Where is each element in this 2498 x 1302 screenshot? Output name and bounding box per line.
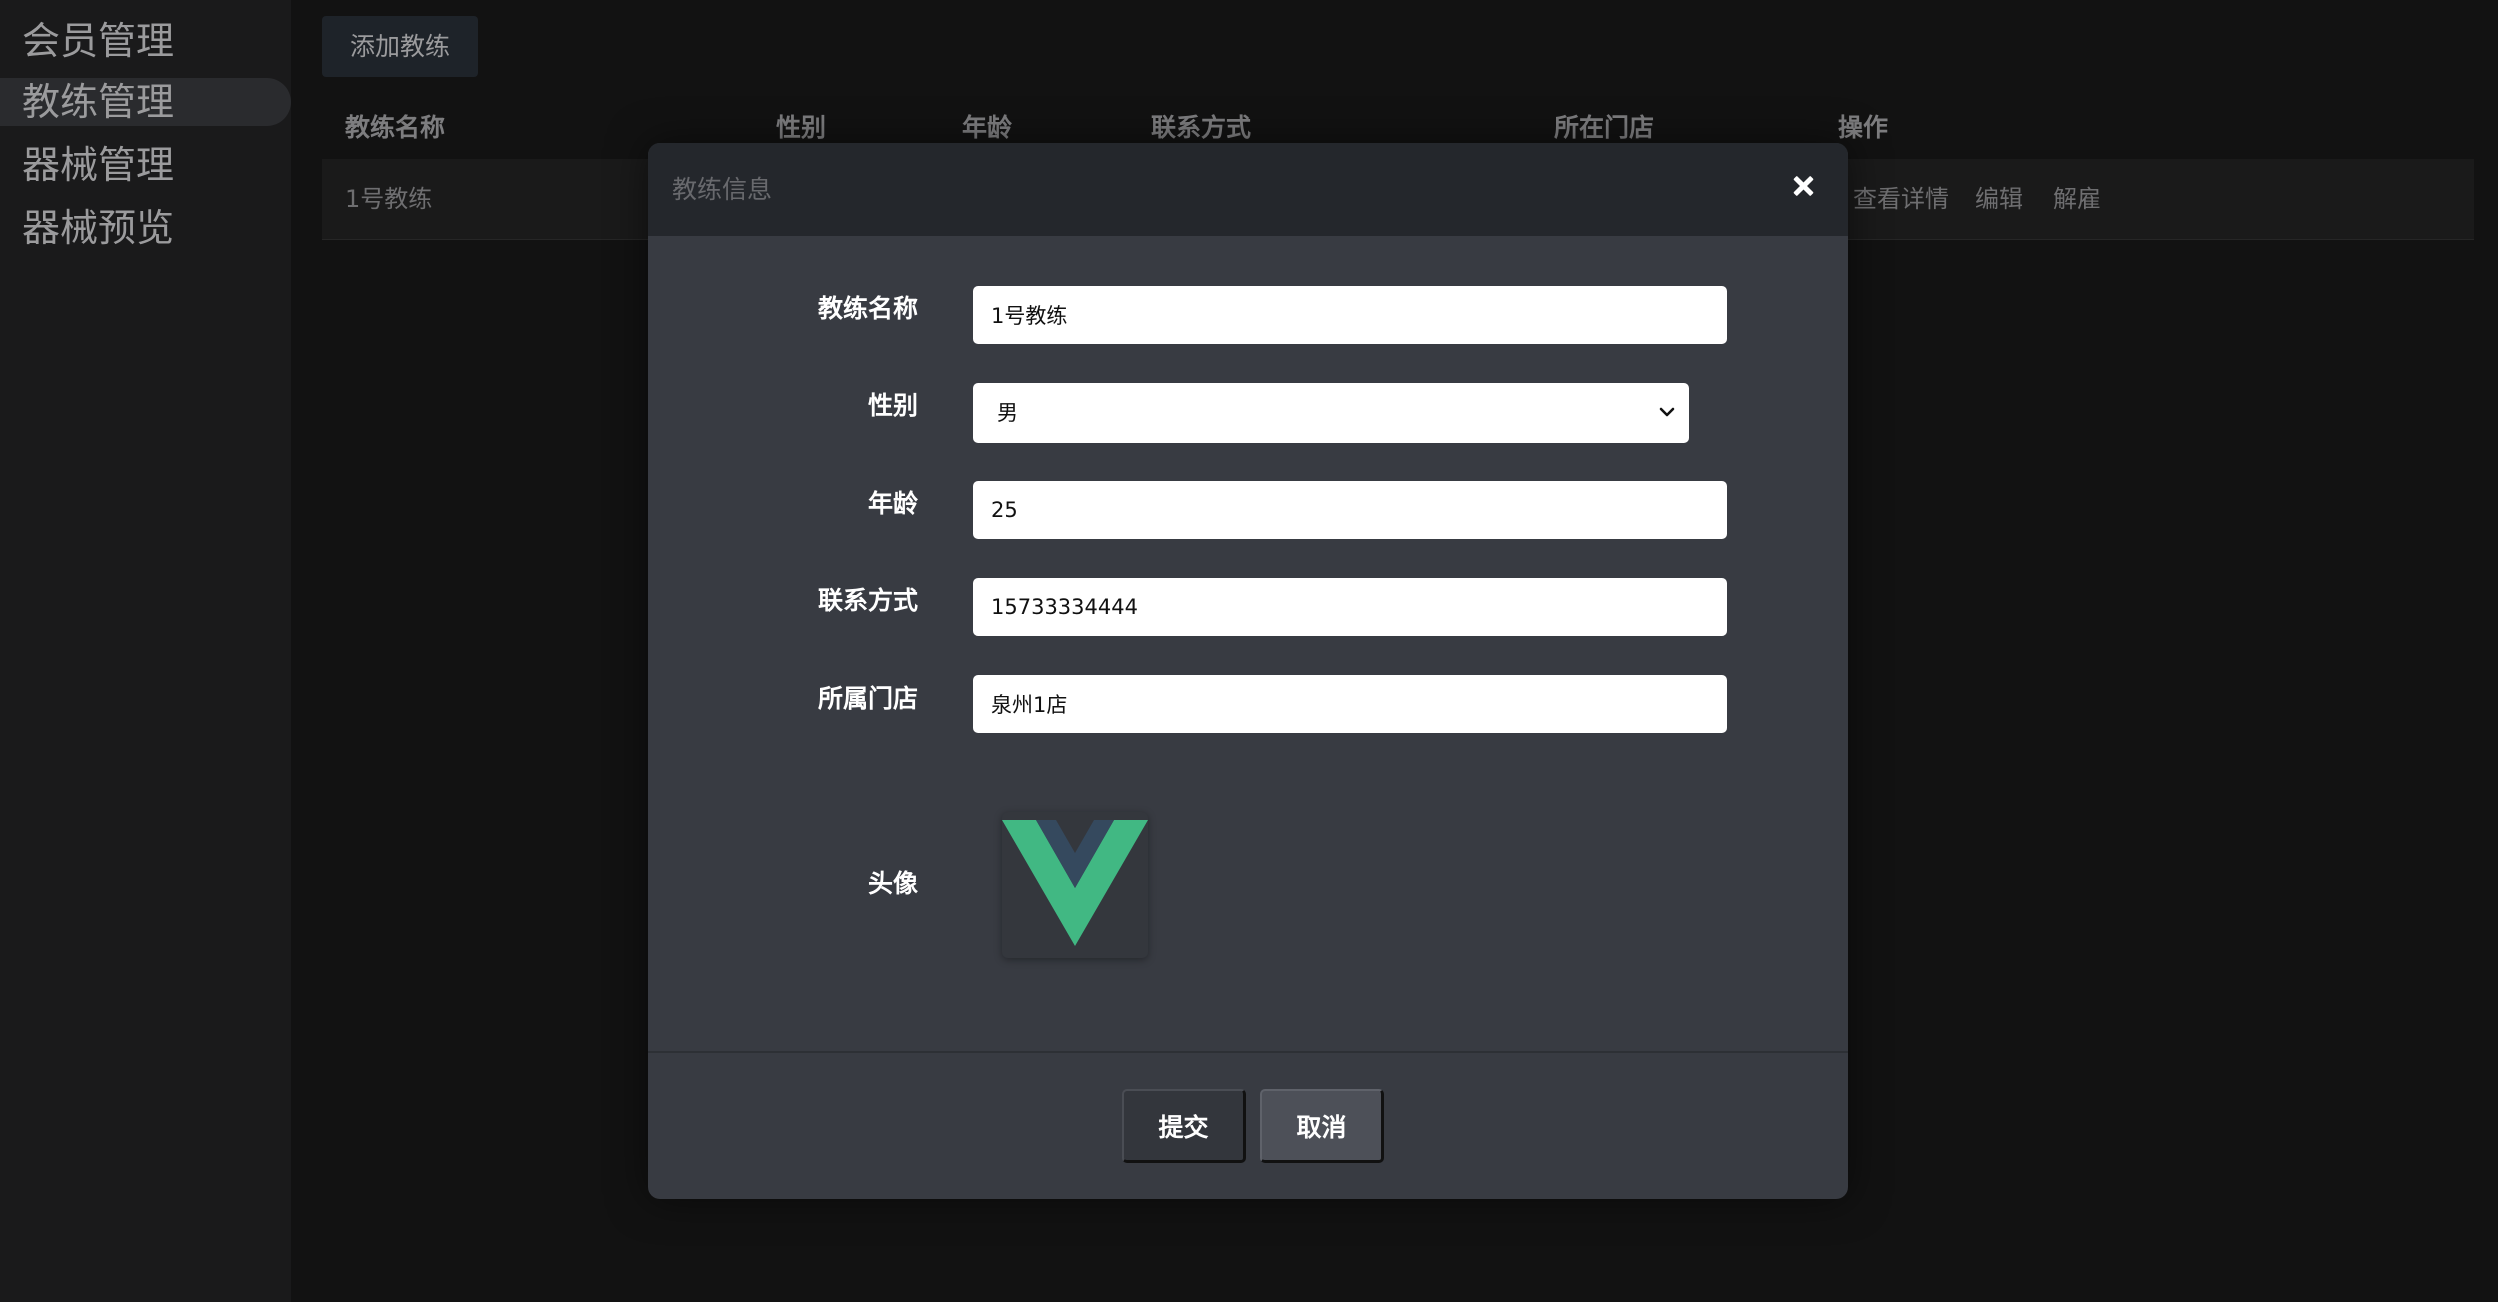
column-header-actions: 操作 [1838,113,1889,142]
modal-footer-divider [648,1051,1848,1053]
edit-link[interactable]: 编辑 [1975,159,2023,239]
sidebar-item-coaches[interactable]: 教练管理 [0,78,291,126]
modal-header: 教练信息 [648,143,1848,236]
cell-coach-name: 1号教练 [345,185,433,213]
age-input[interactable] [973,481,1727,539]
field-label-phone: 联系方式 [817,586,918,615]
field-label-name: 教练名称 [817,294,918,323]
chevron-down-icon [1659,407,1675,417]
dismiss-link[interactable]: 解雇 [2053,159,2101,239]
avatar-upload[interactable] [1002,812,1148,958]
column-header-gender: 性别 [776,113,827,142]
sidebar-item-members[interactable]: 会员管理 [0,17,291,65]
close-icon[interactable] [1788,171,1818,201]
column-header-name: 教练名称 [345,113,446,142]
column-header-age: 年龄 [962,113,1013,142]
phone-input[interactable] [973,578,1727,636]
column-header-contact: 联系方式 [1151,113,1252,142]
field-label-store: 所属门店 [817,684,918,713]
add-coach-button[interactable]: 添加教练 [322,16,478,77]
gender-select-value: 男 [997,401,1018,425]
vue-logo-icon [1002,820,1148,946]
view-details-link[interactable]: 查看详情 [1853,159,1949,239]
sidebar: 会员管理 教练管理 器械管理 器械预览 [0,0,291,1302]
field-label-gender: 性别 [867,391,918,420]
submit-button[interactable]: 提交 [1122,1089,1246,1163]
sidebar-item-equipment[interactable]: 器械管理 [0,141,291,189]
field-label-age: 年龄 [867,489,918,518]
gender-select[interactable]: 男 [973,383,1689,443]
app-root: 会员管理 教练管理 器械管理 器械预览 添加教练 教练名称 性别 年龄 联系方式… [0,0,2498,1302]
coach-name-input[interactable] [973,286,1727,344]
sidebar-item-equipment-preview[interactable]: 器械预览 [0,204,291,252]
modal-title: 教练信息 [672,175,773,204]
column-header-store: 所在门店 [1554,113,1655,142]
store-input[interactable] [973,675,1727,733]
coach-info-modal: 教练信息 教练名称 性别 男 年龄 联系方式 所属门店 头像 [648,143,1848,1199]
cancel-button[interactable]: 取消 [1260,1089,1384,1163]
field-label-avatar: 头像 [867,869,918,898]
